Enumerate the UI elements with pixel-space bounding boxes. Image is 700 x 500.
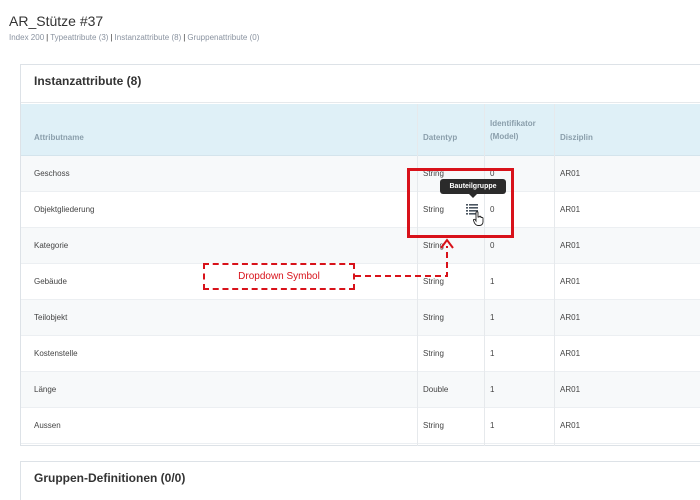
- cell-disziplin: AR01: [560, 241, 581, 250]
- cell-attributname: Länge: [34, 385, 57, 394]
- table-row[interactable]: Länge Double 1 AR01: [21, 372, 700, 408]
- group-definitions-card: Gruppen-Definitionen (0/0): [20, 461, 700, 500]
- breadcrumb-typeattribute[interactable]: Typeattribute (3): [50, 33, 108, 42]
- cell-attributname: Kategorie: [34, 241, 69, 250]
- cell-identifikator: 1: [490, 349, 495, 358]
- cell-identifikator: 1: [490, 421, 495, 430]
- cell-datentyp: String: [423, 277, 444, 286]
- cell-disziplin: AR01: [560, 385, 581, 394]
- table-body: Geschoss String 0 AR01 Objektgliederung Stri…: [21, 156, 700, 444]
- instance-attributes-title: Instanzattribute (8): [21, 65, 700, 103]
- cell-attributname: Teilobjekt: [34, 313, 68, 322]
- cell-disziplin: AR01: [560, 421, 581, 430]
- column-header-attributname[interactable]: Attributname: [34, 133, 84, 142]
- highlight-box: [407, 168, 514, 238]
- cell-disziplin: AR01: [560, 277, 581, 286]
- cell-datentyp: String: [423, 349, 444, 358]
- column-header-datentyp[interactable]: Datentyp: [423, 133, 457, 142]
- table-row[interactable]: Gebäude String 1 AR01: [21, 264, 700, 300]
- group-definitions-title: Gruppen-Definitionen (0/0): [34, 471, 186, 485]
- breadcrumb-gruppenattribute[interactable]: Gruppenattribute (0): [187, 33, 259, 42]
- table-header: Attributname Datentyp Identifikator (Mod…: [21, 104, 700, 156]
- table-row[interactable]: Kostenstelle String 1 AR01: [21, 336, 700, 372]
- table-row[interactable]: Geschoss String 0 AR01: [21, 156, 700, 192]
- cell-identifikator: 1: [490, 277, 495, 286]
- breadcrumb-index[interactable]: Index 200: [9, 33, 44, 42]
- cell-disziplin: AR01: [560, 349, 581, 358]
- page-title: AR_Stütze #37: [9, 13, 104, 29]
- table-row[interactable]: Teilobjekt String 1 AR01: [21, 300, 700, 336]
- cell-datentyp: Double: [423, 385, 449, 394]
- instance-attributes-table: Attributname Datentyp Identifikator (Mod…: [21, 104, 700, 444]
- cell-disziplin: AR01: [560, 205, 581, 214]
- cell-attributname: Aussen: [34, 421, 61, 430]
- cell-attributname: Geschoss: [34, 169, 70, 178]
- column-header-identifikator[interactable]: Identifikator (Model): [490, 117, 552, 143]
- table-row[interactable]: Objektgliederung String 0 AR01: [21, 192, 700, 228]
- column-divider: [417, 104, 418, 446]
- column-divider: [484, 104, 485, 446]
- column-divider: [554, 104, 555, 446]
- table-row[interactable]: Aussen String 1 AR01: [21, 408, 700, 444]
- cell-datentyp: String: [423, 241, 444, 250]
- cell-identifikator: 1: [490, 313, 495, 322]
- cell-datentyp: String: [423, 421, 444, 430]
- cell-datentyp: String: [423, 313, 444, 322]
- column-header-disziplin[interactable]: Disziplin: [560, 133, 593, 142]
- callout-label: Dropdown Symbol: [203, 263, 355, 290]
- cell-identifikator: 0: [490, 241, 495, 250]
- cell-attributname: Gebäude: [34, 277, 67, 286]
- cell-identifikator: 1: [490, 385, 495, 394]
- cell-disziplin: AR01: [560, 313, 581, 322]
- instance-attributes-card: Instanzattribute (8) Attributname Datent…: [20, 64, 700, 446]
- breadcrumb: Index 200 | Typeattribute (3) | Instanzattri…: [9, 33, 260, 42]
- table-row[interactable]: Kategorie String 0 AR01: [21, 228, 700, 264]
- cell-attributname: Objektgliederung: [34, 205, 95, 214]
- cell-disziplin: AR01: [560, 169, 581, 178]
- breadcrumb-instanzattribute[interactable]: Instanzattribute (8): [115, 33, 182, 42]
- cell-attributname: Kostenstelle: [34, 349, 78, 358]
